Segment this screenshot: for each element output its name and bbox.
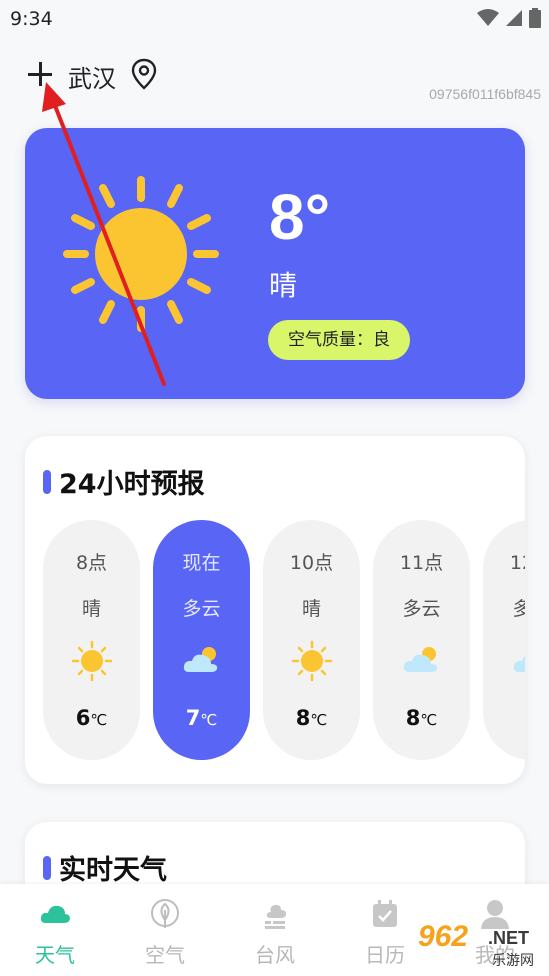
partly-cloudy-icon [403, 647, 438, 672]
hour-card-current[interactable]: 现在 多云 7℃ [153, 520, 250, 760]
battery-icon [529, 8, 541, 28]
hour-temperature: 8℃ [295, 706, 328, 730]
watermark-net: .NET [488, 928, 530, 948]
city-name[interactable]: 武汉 [68, 59, 116, 94]
hour-condition: 多云 [402, 598, 441, 620]
section-accent-bar [43, 856, 51, 880]
partly-cloudy-icon [513, 656, 525, 672]
sun-icon [291, 640, 333, 682]
status-bar: 9:34 [0, 0, 549, 38]
air-quality-badge[interactable]: 空气质量：良 [268, 320, 410, 360]
hour-time: 8点 [75, 552, 108, 574]
hour-condition: 多云 [512, 598, 525, 620]
sun-icon [71, 640, 113, 682]
current-condition: 晴 [269, 269, 298, 302]
hour-temperature: 7℃ [185, 706, 218, 730]
sun-icon [63, 176, 219, 332]
nav-label: 天气 [35, 943, 75, 967]
hour-temperature: 8℃ [405, 706, 438, 730]
nav-label: 台风 [255, 943, 295, 967]
partly-cloudy-icon [183, 647, 218, 672]
hour-temperature: 6℃ [75, 706, 108, 730]
watermark-subtitle: 乐游网 [492, 953, 534, 969]
signal-icon [506, 10, 522, 26]
hour-time: 10点 [289, 552, 334, 574]
add-city-button[interactable] [26, 60, 54, 88]
hour-time: 12点 [509, 552, 525, 574]
typhoon-icon [265, 904, 287, 929]
section-accent-bar [43, 470, 51, 494]
nav-air[interactable]: 空气 [110, 884, 220, 976]
nav-weather[interactable]: 天气 [0, 884, 110, 976]
hour-card[interactable]: 8点 晴 6℃ [43, 520, 140, 760]
hour-card[interactable]: 11点 多云 8℃ [373, 520, 470, 760]
hour-condition: 多云 [182, 598, 221, 620]
status-time: 9:34 [10, 8, 53, 30]
location-pin-icon[interactable] [130, 58, 158, 90]
calendar-icon [373, 900, 397, 927]
current-temperature: 8° [269, 181, 331, 253]
hour-condition: 晴 [81, 598, 101, 620]
hour-time: 11点 [399, 552, 444, 574]
hour-time: 现在 [182, 552, 221, 574]
hour-card[interactable]: 12点 多云 1 [483, 520, 525, 760]
current-weather-card: 8° 晴 空气质量：良 [25, 128, 525, 399]
hour-temperature: 1 [483, 706, 525, 730]
nav-typhoon[interactable]: 台风 [220, 884, 330, 976]
watermark: 962 .NET 乐游网 [418, 920, 546, 972]
hour-condition: 晴 [301, 598, 321, 620]
nav-label: 空气 [145, 943, 185, 967]
hourly-list[interactable]: 8点 晴 6℃ 现在 多云 7℃ 10点 晴 8℃ 11点 多云 8℃ 1 多 [43, 520, 525, 760]
hourly-forecast-card: 24小时预报 8点 晴 6℃ 现在 多云 7℃ 10点 晴 8℃ 11点 多云 … [25, 436, 525, 784]
hour-card[interactable]: 10点 晴 8℃ [263, 520, 360, 760]
forecast-title: 24小时预报 [59, 469, 205, 500]
device-id: 09756f011f6bf845 [429, 86, 541, 102]
cloud-icon [40, 905, 70, 923]
watermark-number: 962 [418, 920, 469, 953]
wifi-icon [477, 9, 499, 26]
realtime-title: 实时天气 [59, 855, 167, 886]
leaf-icon [151, 899, 179, 928]
